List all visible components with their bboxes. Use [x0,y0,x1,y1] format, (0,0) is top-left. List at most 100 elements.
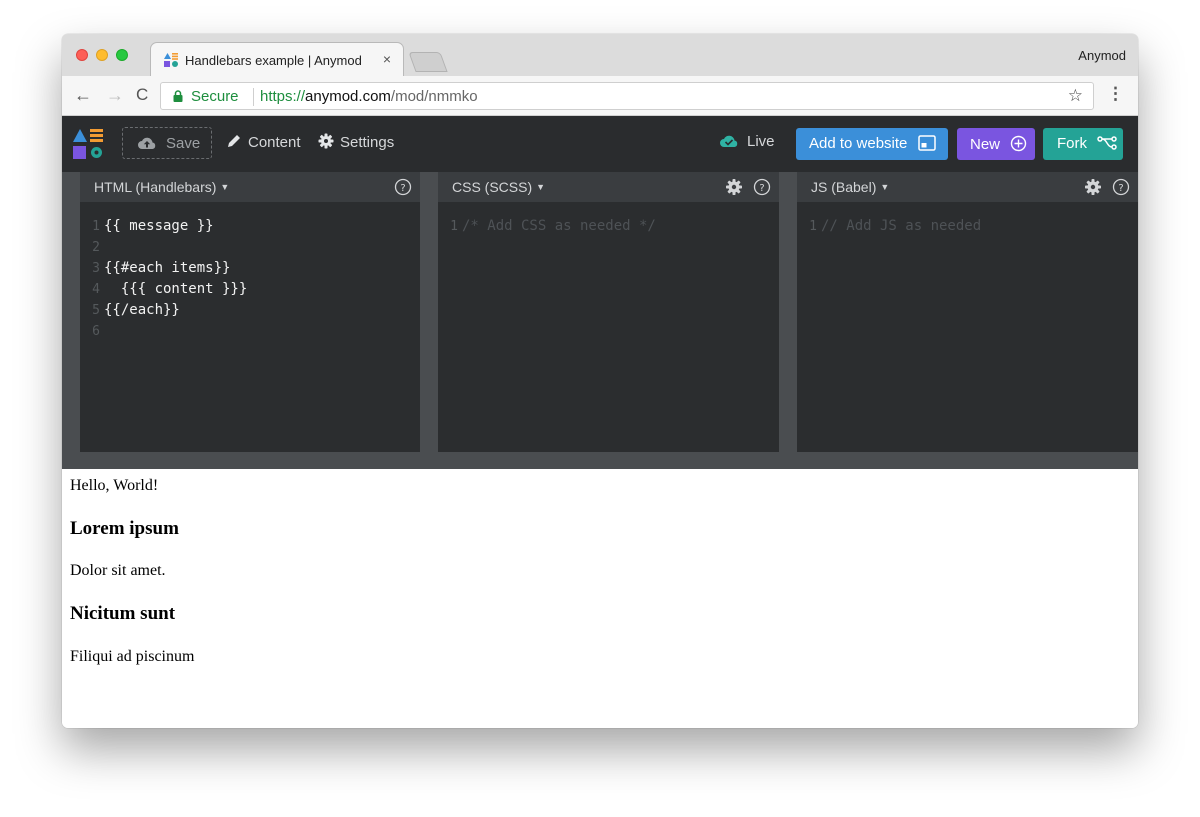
address-separator [253,88,254,106]
html-code[interactable]: 1 {{ message }} 2 3 {{#each items}} 4 {{{ … [80,216,247,342]
new-button[interactable]: New [957,128,1035,160]
save-label: Save [166,135,201,152]
anymod-favicon-icon [164,53,178,67]
preview-panel: Hello, World! Lorem ipsum Dolor sit amet… [62,469,1138,728]
settings-link[interactable]: Settings [318,133,394,151]
help-icon[interactable]: ? [394,178,412,196]
gear-icon [318,133,334,149]
code-line: 6 [80,321,247,342]
new-label: New [970,136,1001,153]
anymod-logo-icon[interactable] [72,128,104,160]
back-arrow-icon[interactable]: ← [74,85,92,106]
fork-button[interactable]: Fork [1043,128,1123,160]
code-text: {{ message }} [104,218,214,234]
code-line: 5 {{/each}} [80,300,247,321]
settings-label: Settings [340,134,395,151]
chevron-down-icon: ▼ [880,182,890,192]
code-line: 3 {{#each items}} [80,258,247,279]
preview-item-body: Dolor sit amet. [70,562,166,579]
fork-icon [1097,136,1117,150]
svg-text:?: ? [1118,183,1123,194]
browser-tab-active[interactable]: Handlebars example | Anymod × [150,42,404,76]
cloud-upload-icon [138,137,156,149]
tab-close-icon[interactable]: × [383,51,391,67]
plus-circle-icon [1010,135,1027,152]
new-tab-button[interactable] [408,52,448,72]
code-line: 2 [80,237,247,258]
code-text: {{#each items}} [104,260,231,276]
html-pane-header: HTML (Handlebars) ▼ ? [80,172,420,202]
line-number: 1 [92,219,100,234]
css-editor-pane[interactable]: CSS (SCSS) ▼ ? 1/* Add CSS as needed */ [438,172,779,452]
reload-icon[interactable]: C [136,85,148,105]
gear-icon[interactable] [725,178,743,196]
chevron-down-icon: ▼ [220,182,230,192]
line-number: 1 [809,219,817,234]
help-icon[interactable]: ? [753,178,771,196]
help-icon[interactable]: ? [1112,178,1130,196]
preview-message: Hello, World! [70,477,159,494]
tab-title: Handlebars example | Anymod [185,53,362,68]
url-path: /mod/nmmko [390,88,478,105]
code-line: 1 // Add JS as needed [797,216,981,237]
line-number: 5 [92,303,100,318]
close-window-button[interactable] [76,49,88,61]
js-pane-header: JS (Babel) ▼ ? [797,172,1138,202]
lock-icon [173,90,183,102]
tab-strip: Handlebars example | Anymod × Anymod [62,34,1138,76]
embed-window-icon [917,135,936,151]
css-code[interactable]: 1 /* Add CSS as needed */ [438,216,656,237]
line-number: 1 [450,219,458,234]
js-editor-pane[interactable]: JS (Babel) ▼ ? 1// Add JS as needed [797,172,1138,452]
line-number: 4 [92,282,100,297]
html-editor-pane[interactable]: HTML (Handlebars) ▼ ? 1 {{ message }} 2 3 {… [80,172,420,452]
browser-menu-icon[interactable]: ⋮ [1107,84,1124,104]
line-number: 6 [92,324,100,339]
browser-window: Handlebars example | Anymod × Anymod ← →… [62,34,1138,728]
preview-item-heading: Lorem ipsum [70,518,179,539]
code-line: 1 /* Add CSS as needed */ [438,216,656,237]
secure-label: Secure [191,88,239,105]
code-line: 1 {{ message }} [80,216,247,237]
line-number: 2 [92,240,100,255]
css-language-dropdown[interactable]: CSS (SCSS) ▼ [452,179,545,195]
code-text: /* Add CSS as needed */ [462,218,656,234]
url-host: anymod.com [305,88,391,105]
preview-item-heading: Nicitum sunt [70,603,176,624]
cloud-check-icon [720,135,738,147]
chevron-down-icon: ▼ [536,182,546,192]
js-pane-title: JS (Babel) [811,179,877,195]
css-pane-title: CSS (SCSS) [452,179,533,195]
browser-toolbar: ← → C Secure https://anymod.com/mod/nmmk… [62,76,1138,116]
address-bar[interactable]: Secure https://anymod.com/mod/nmmko ☆ [160,82,1094,110]
gear-icon[interactable] [1084,178,1102,196]
forward-arrow-icon[interactable]: → [106,85,124,106]
content-link[interactable]: Content [226,133,301,151]
app-header: Save Content Settings Live Add to websit… [62,116,1138,172]
add-to-website-button[interactable]: Add to website [796,128,948,160]
pencil-icon [228,135,240,147]
code-line: 4 {{{ content }}} [80,279,247,300]
css-pane-header: CSS (SCSS) ▼ ? [438,172,779,202]
editor-panes: HTML (Handlebars) ▼ ? 1{{ message }} 2 3{… [62,172,1138,469]
preview-item-body: Filiqui ad piscinum [70,648,195,665]
save-button[interactable]: Save [122,127,212,159]
content-label: Content [248,134,301,151]
url-scheme: https:// [260,88,306,105]
html-pane-title: HTML (Handlebars) [94,179,217,195]
code-text: {{/each}} [104,302,180,318]
live-label: Live [747,133,775,150]
js-language-dropdown[interactable]: JS (Babel) ▼ [811,179,889,195]
line-number: 3 [92,261,100,276]
bookmark-star-icon[interactable]: ☆ [1068,86,1083,106]
url-text: https://anymod.com/mod/nmmko [260,88,478,105]
code-text: {{{ content }}} [104,281,248,297]
maximize-window-button[interactable] [116,49,128,61]
fork-label: Fork [1057,135,1087,152]
html-language-dropdown[interactable]: HTML (Handlebars) ▼ [94,179,229,195]
profile-name[interactable]: Anymod [1078,48,1126,63]
minimize-window-button[interactable] [96,49,108,61]
js-code[interactable]: 1 // Add JS as needed [797,216,981,237]
svg-text:?: ? [400,183,405,194]
live-status[interactable]: Live [719,133,775,150]
